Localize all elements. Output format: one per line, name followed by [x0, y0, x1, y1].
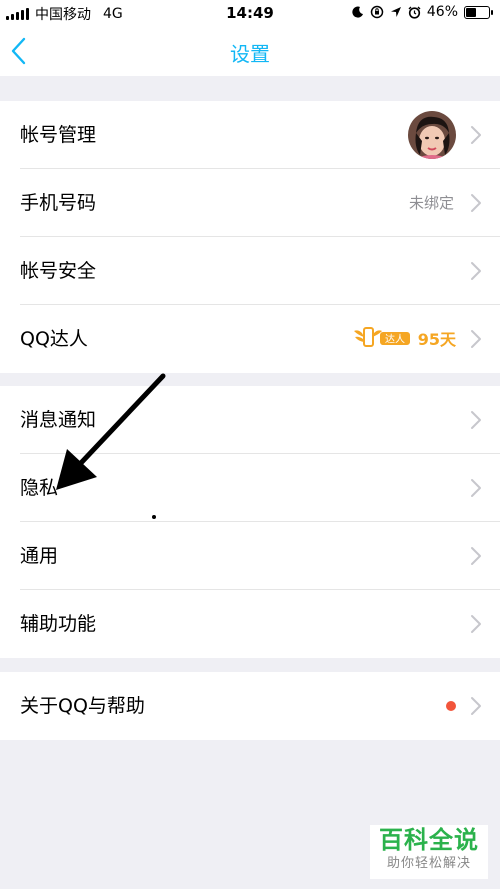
moon-icon — [352, 6, 363, 18]
settings-group-account: 帐号管理 手机号码 未绑定 帐号安全 QQ达人 达人 95天 — [0, 101, 500, 373]
row-label: 关于QQ与帮助 — [20, 695, 145, 717]
row-label: 帐号管理 — [20, 124, 97, 146]
chevron-right-icon — [471, 194, 481, 212]
expert-badge: 达人 95天 — [352, 325, 456, 351]
battery-icon — [464, 5, 493, 19]
row-account-management[interactable]: 帐号管理 — [0, 101, 500, 169]
row-label: QQ达人 — [20, 328, 88, 350]
page-title: 设置 — [230, 42, 270, 66]
row-value: 未绑定 — [408, 194, 454, 212]
location-icon — [390, 7, 401, 17]
row-label: 手机号码 — [20, 192, 97, 214]
battery-percent: 46% — [426, 4, 458, 20]
row-phone-number[interactable]: 手机号码 未绑定 — [0, 169, 500, 237]
chevron-right-icon — [471, 697, 481, 715]
status-bar: 中国移动 4G 14:49 46% — [0, 0, 500, 26]
chevron-right-icon — [471, 330, 481, 348]
badge-text: 达人 — [385, 334, 405, 346]
settings-group-about: 关于QQ与帮助 — [0, 672, 500, 740]
row-accessibility[interactable]: 辅助功能 — [0, 590, 500, 658]
row-label: 辅助功能 — [20, 613, 97, 635]
row-label: 消息通知 — [20, 409, 97, 431]
settings-group-general: 消息通知 隐私 通用 辅助功能 — [0, 386, 500, 658]
rotation-lock-icon — [370, 5, 384, 19]
chevron-right-icon — [471, 615, 481, 633]
navigation-bar: 设置 — [0, 26, 500, 76]
notification-dot — [446, 701, 456, 711]
watermark-title: 百科全说 — [379, 826, 479, 854]
row-privacy[interactable]: 隐私 — [0, 454, 500, 522]
watermark-logo: 百科全说 助你轻松解决 — [370, 825, 488, 879]
watermark-subtitle: 助你轻松解决 — [386, 856, 471, 871]
chevron-right-icon — [471, 411, 481, 429]
status-bar-right: 46% — [352, 4, 493, 20]
chevron-right-icon — [471, 262, 481, 280]
row-label: 帐号安全 — [20, 260, 97, 282]
row-about-help[interactable]: 关于QQ与帮助 — [0, 672, 500, 740]
row-account-security[interactable]: 帐号安全 — [0, 237, 500, 305]
row-label: 通用 — [20, 545, 59, 567]
row-qq-expert[interactable]: QQ达人 达人 95天 — [0, 305, 500, 373]
row-notifications[interactable]: 消息通知 — [0, 386, 500, 454]
chevron-right-icon — [471, 547, 481, 565]
alarm-icon — [408, 6, 421, 19]
avatar — [408, 111, 456, 159]
chevron-right-icon — [471, 479, 481, 497]
row-general[interactable]: 通用 — [0, 522, 500, 590]
winged-phone-icon: 达人 — [353, 327, 410, 347]
expert-days: 95天 — [417, 330, 456, 349]
row-label: 隐私 — [20, 477, 59, 499]
chevron-right-icon — [471, 126, 481, 144]
